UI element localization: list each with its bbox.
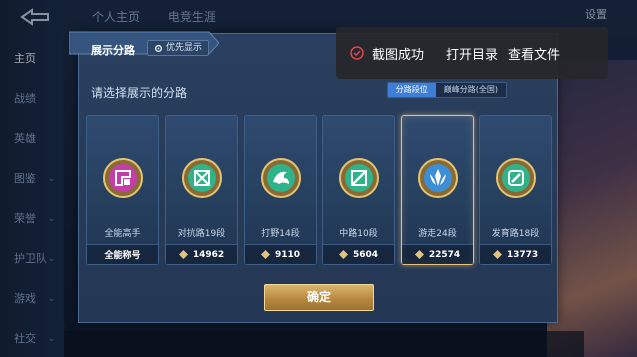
- card-label: 打野14段: [261, 229, 300, 239]
- tab-peak-lane[interactable]: 巅峰分路(全国): [435, 83, 506, 97]
- card-footer: 13773: [480, 244, 551, 264]
- roam-badge-icon: [418, 158, 458, 198]
- card-label: 发育路18段: [491, 229, 540, 239]
- priority-display-button[interactable]: 优先显示: [147, 40, 210, 56]
- card-points: 22574: [428, 249, 461, 260]
- lane-card-allround[interactable]: 全能高手 全能称号: [86, 115, 159, 265]
- lane-card-farm[interactable]: 发育路18段 13773: [479, 115, 552, 265]
- gear-icon: [154, 44, 163, 52]
- dialog-title: 展示分路: [91, 44, 135, 57]
- card-points: 13773: [506, 249, 539, 260]
- card-footer: 22574: [402, 244, 473, 264]
- card-label: 对抗路19段: [177, 229, 226, 239]
- points-icon: [492, 250, 502, 259]
- card-footer: 5604: [323, 244, 394, 264]
- card-label: 游走24段: [418, 229, 457, 239]
- screenshot-toast: 截图成功 打开目录 查看文件: [336, 27, 608, 79]
- card-label: 全能高手: [104, 229, 141, 239]
- card-footer: 全能称号: [87, 244, 158, 264]
- open-folder-button[interactable]: 打开目录: [446, 44, 498, 63]
- lane-card-roam[interactable]: 游走24段 22574: [401, 115, 474, 265]
- mid-lane-badge-icon: [339, 158, 379, 198]
- card-footer-text: 全能称号: [104, 251, 141, 261]
- points-icon: [338, 250, 348, 259]
- card-footer: 14962: [166, 244, 237, 264]
- priority-label: 优先显示: [166, 43, 203, 53]
- points-icon: [260, 250, 270, 259]
- jungle-badge-icon: [261, 158, 301, 198]
- toast-message: 截图成功: [372, 47, 425, 63]
- points-icon: [178, 250, 188, 259]
- rank-type-toggle: 分路段位 巅峰分路(全国): [386, 82, 507, 98]
- clash-lane-badge-icon: [182, 158, 222, 198]
- check-circle-icon: [350, 46, 364, 60]
- farm-lane-badge-icon: [496, 158, 536, 198]
- points-icon: [414, 250, 424, 259]
- card-points: 5604: [352, 249, 379, 260]
- select-prompt: 请选择展示的分路: [91, 86, 188, 100]
- tab-lane-rank[interactable]: 分路段位: [387, 83, 436, 97]
- view-file-button[interactable]: 查看文件: [508, 44, 560, 63]
- card-points: 14962: [192, 249, 225, 260]
- allround-badge-icon: [103, 158, 143, 198]
- lane-card-mid[interactable]: 中路10段 5604: [322, 115, 395, 265]
- card-footer: 9110: [245, 244, 316, 264]
- lane-card-clash[interactable]: 对抗路19段 14962: [165, 115, 238, 265]
- confirm-button[interactable]: 确定: [264, 284, 374, 311]
- card-points: 9110: [274, 249, 301, 260]
- lane-card-jungle[interactable]: 打野14段 9110: [244, 115, 317, 265]
- card-label: 中路10段: [339, 229, 378, 239]
